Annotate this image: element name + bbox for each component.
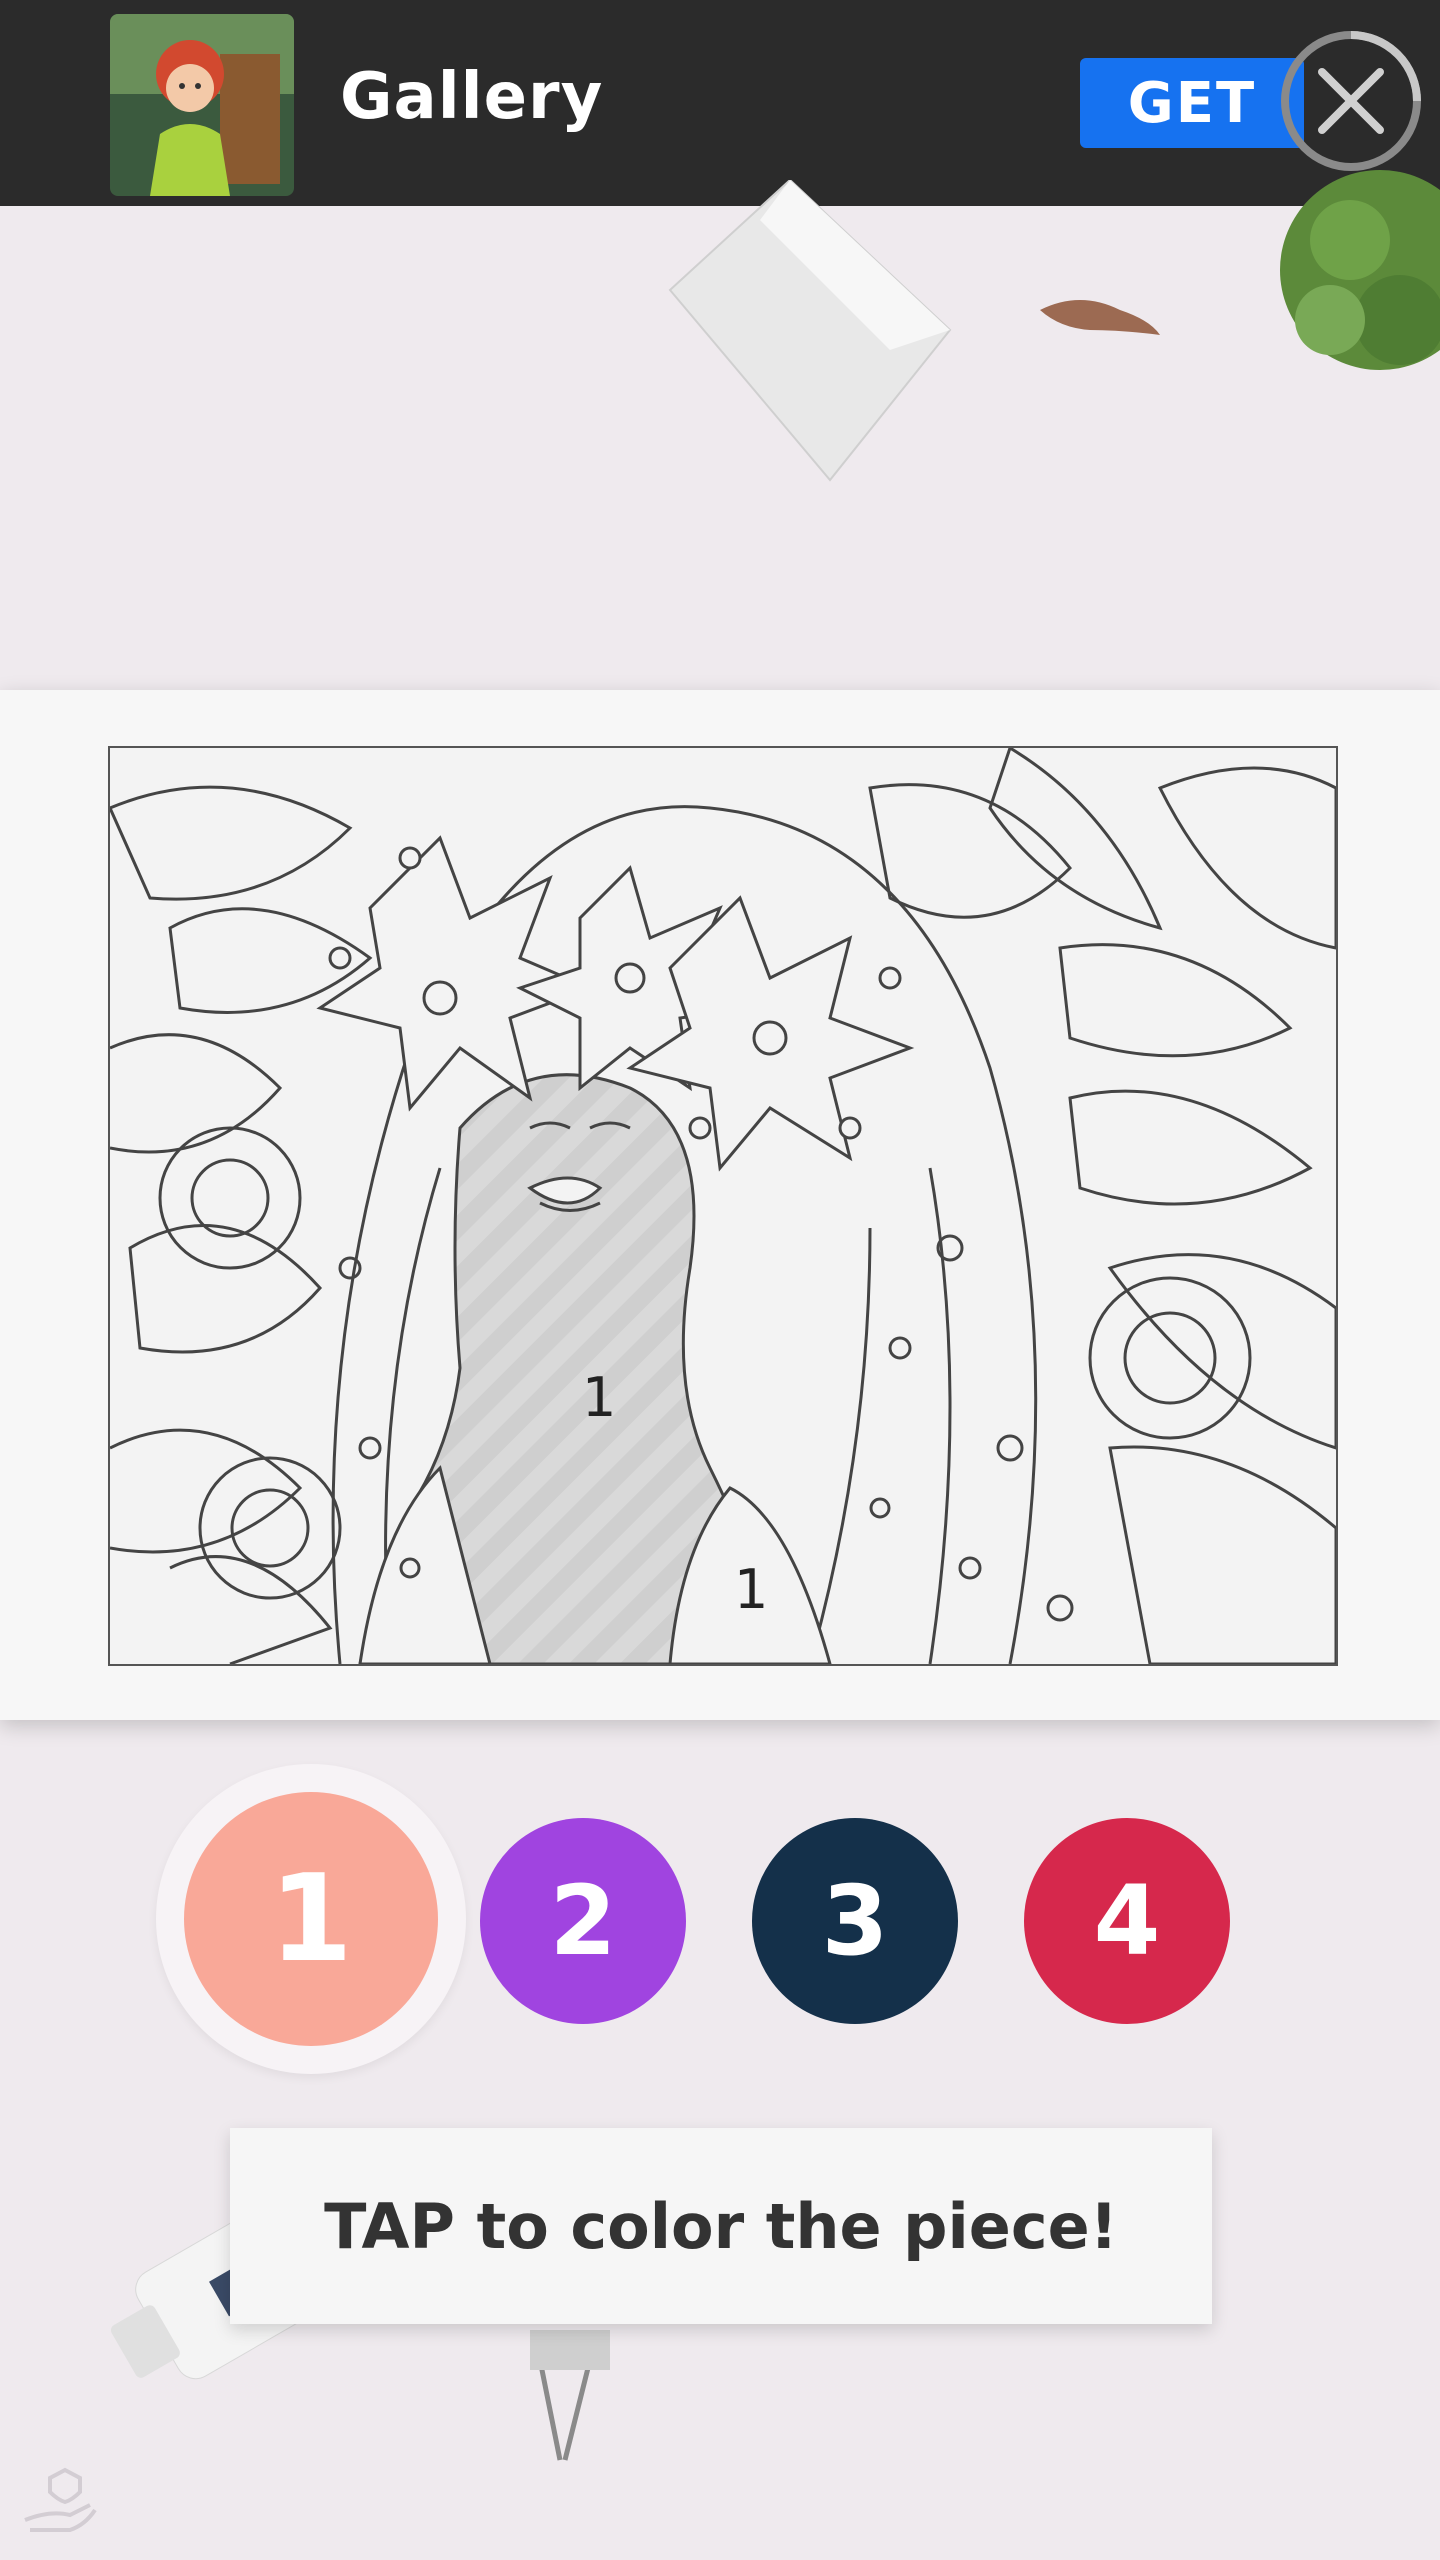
paper-note-decoration — [650, 178, 1010, 504]
leaf-decoration — [1040, 290, 1160, 354]
hand-icon — [20, 2460, 100, 2544]
color-swatch-3[interactable]: 3 — [752, 1818, 958, 2024]
tap-hint-tooltip: TAP to color the piece! — [230, 2128, 1212, 2324]
ad-app-title: Gallery — [340, 60, 604, 134]
region-number[interactable]: 1 — [582, 1366, 616, 1429]
ad-banner[interactable]: Gallery GET — [0, 0, 1440, 206]
get-button[interactable]: GET — [1080, 58, 1304, 148]
color-swatch-1[interactable]: 1 — [184, 1792, 438, 2046]
color-swatch-2[interactable]: 2 — [480, 1818, 686, 2024]
app-icon[interactable] — [110, 14, 294, 196]
binder-clip-decoration — [510, 2320, 620, 2474]
plant-decoration — [1270, 150, 1440, 424]
region-number[interactable]: 1 — [734, 1558, 768, 1621]
artwork-frame: 1 1 — [0, 690, 1440, 1720]
line-art-illustration — [110, 748, 1336, 1664]
color-swatch-4[interactable]: 4 — [1024, 1818, 1230, 2024]
coloring-canvas[interactable]: 1 1 — [108, 746, 1338, 1666]
